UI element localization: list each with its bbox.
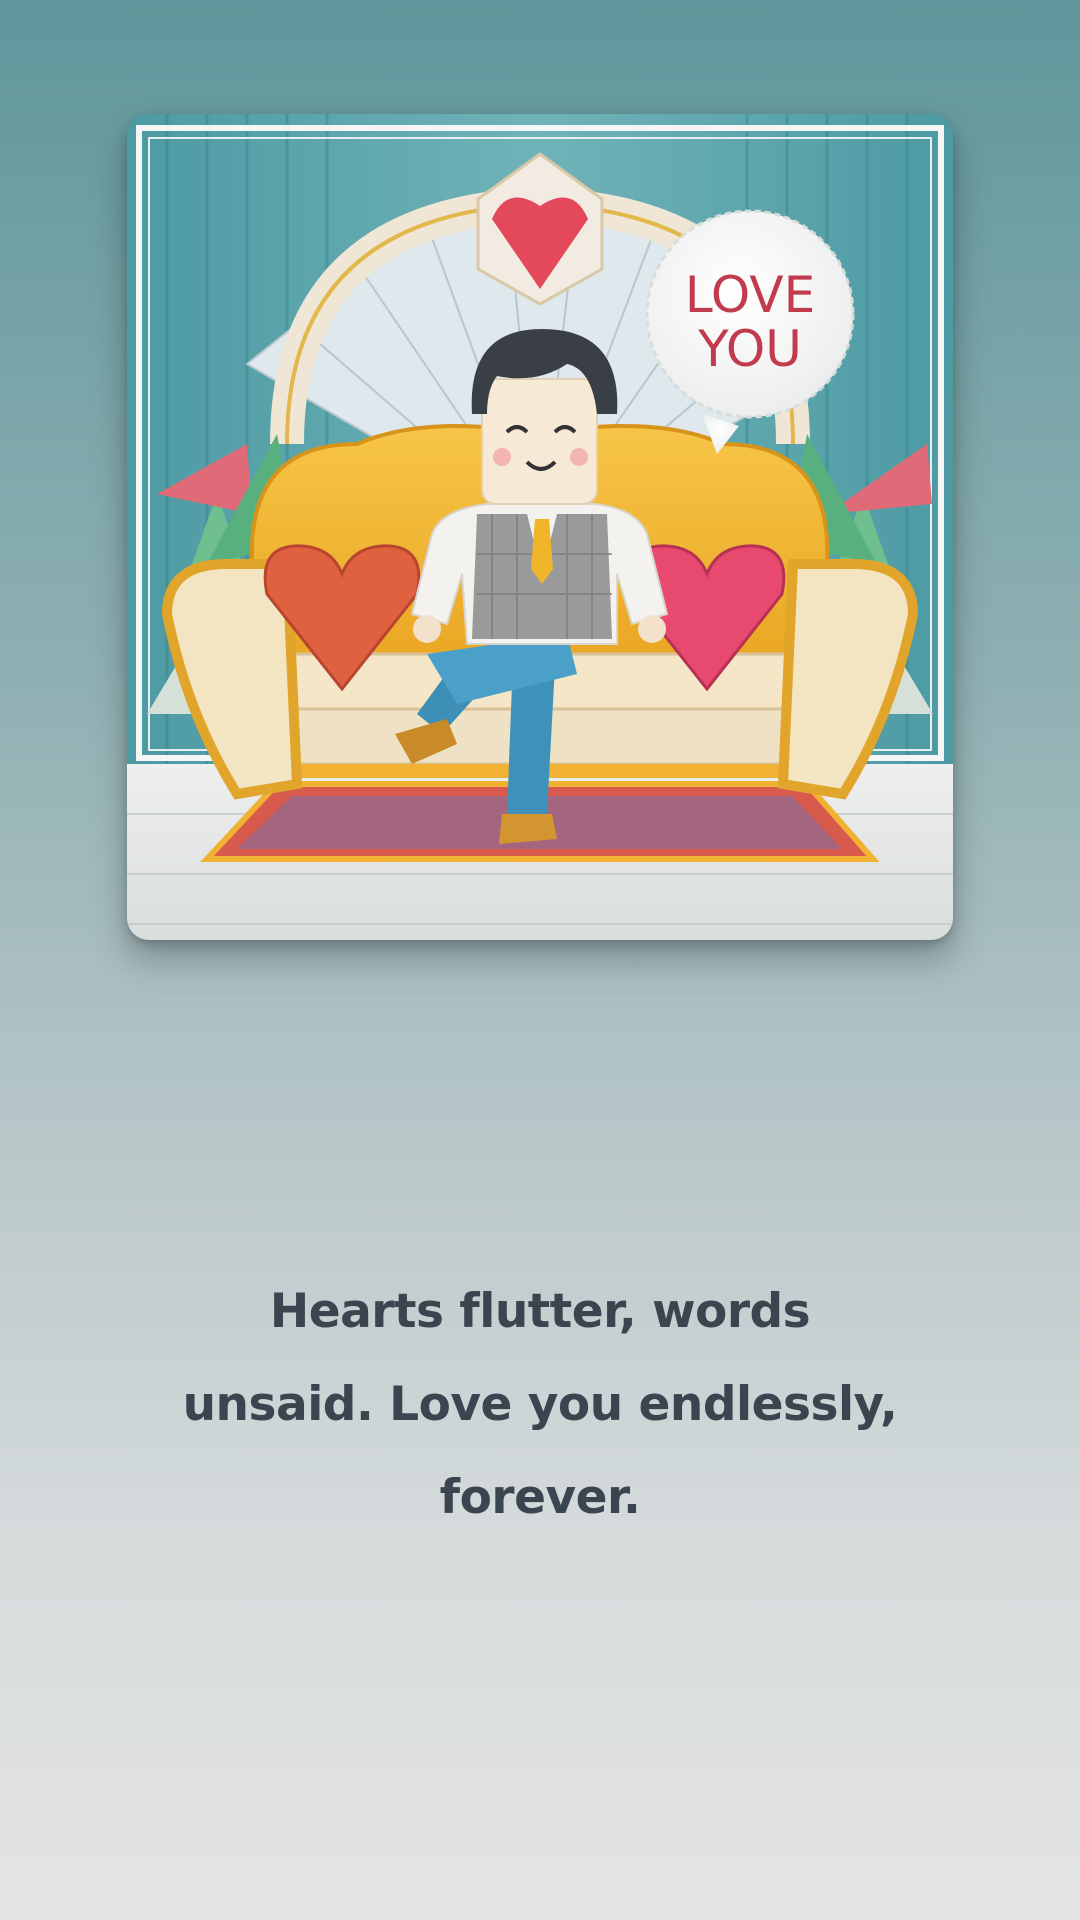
- speech-text-love: LOVE: [685, 266, 815, 324]
- shoe-right: [499, 814, 557, 844]
- quote-line-3: forever.: [439, 1470, 641, 1525]
- character-face: [481, 378, 598, 505]
- quote-text: Hearts flutter, words unsaid. Love you e…: [180, 1265, 900, 1544]
- love-you-illustration: LOVE YOU: [127, 114, 953, 940]
- speech-text-you: YOU: [697, 320, 802, 378]
- quote-line-1: Hearts flutter, words: [269, 1284, 811, 1339]
- quote-line-2: unsaid. Love you endlessly,: [182, 1377, 898, 1432]
- illustration-card: LOVE YOU: [127, 114, 953, 940]
